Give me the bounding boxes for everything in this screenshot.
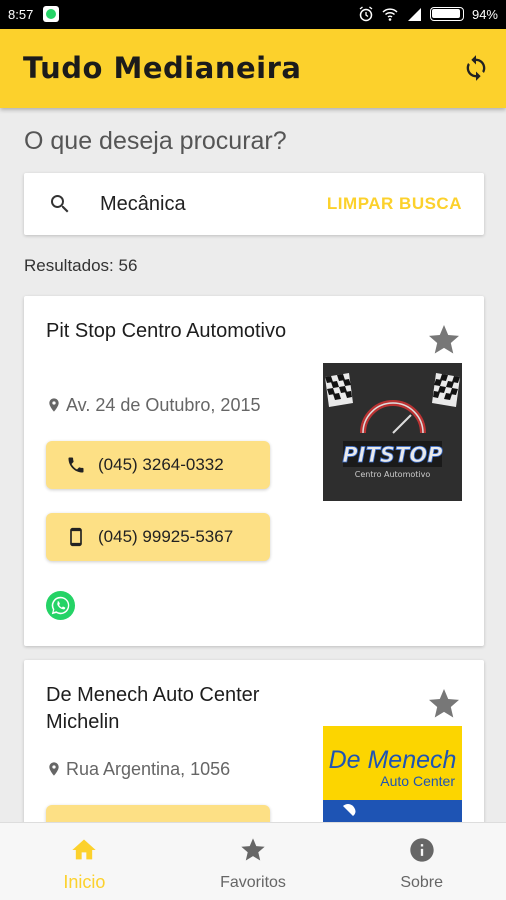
whatsapp-notification-icon [43,6,59,22]
address-text: Rua Argentina, 1056 [66,758,231,779]
status-bar: 8:57 94% [0,0,506,29]
business-name: De Menech Auto Center Michelin [46,684,260,733]
phone-number: (045) 3264-0332 [98,455,224,474]
phone-icon [68,457,84,473]
search-bar: LIMPAR BUSCA [24,173,484,235]
info-icon [410,838,434,862]
search-icon [51,195,69,213]
pitstop-logo-text: PITSTOP [342,443,443,467]
alarm-icon [359,6,373,22]
home-icon [72,839,96,860]
search-prompt: O que deseja procurar? [24,127,287,155]
pitstop-logo-subtext: Centro Automotivo [355,470,431,479]
result-card[interactable]: De Menech Auto Center Michelin Rua Argen… [24,660,484,830]
pitstop-logo-image: PITSTOP Centro Automotivo [323,363,462,501]
business-address: Av. 24 de Outubro, 2015 [46,394,260,416]
pitstop-logo-graphic: PITSTOP Centro Automotivo [323,363,462,501]
nav-item-home[interactable]: Inicio [0,823,169,900]
app-title: Tudo Medianeira [23,51,302,85]
business-address: Rua Argentina, 1056 [46,758,230,780]
nav-label-about: Sobre [400,874,444,891]
favorite-star-icon[interactable] [426,686,462,722]
mobile-number: (045) 99925-5367 [98,527,234,546]
status-icons: 94% [358,6,498,22]
smartphone-icon [70,527,82,547]
nav-item-about[interactable]: Sobre [337,823,506,900]
demenech-logo-graphic: De Menech Auto Center [323,726,462,826]
status-time: 8:57 [8,7,34,22]
address-text: Av. 24 de Outubro, 2015 [66,394,261,415]
demenech-logo-subtext: Auto Center [380,773,455,789]
whatsapp-icon[interactable] [45,590,76,621]
location-pin-icon [49,398,59,412]
favorite-star-icon[interactable] [426,322,462,358]
nav-item-favorites[interactable]: Favoritos [169,823,338,900]
wifi-icon [382,8,398,21]
call-phone-button[interactable]: (045) 3264-0332 [46,441,270,489]
result-card[interactable]: Pit Stop Centro Automotivo Av. 24 de Out… [24,296,484,646]
demenech-logo-text: De Menech [329,746,457,774]
search-input[interactable] [100,188,320,220]
demenech-logo-image: De Menech Auto Center [323,726,462,826]
refresh-icon[interactable] [462,53,490,83]
signal-icon [407,8,421,21]
battery-icon [429,7,464,21]
call-mobile-button[interactable]: (045) 99925-5367 [46,513,270,561]
results-count: Resultados: 56 [24,256,138,275]
location-pin-icon [49,762,59,776]
nav-label-favorites: Favoritos [220,874,286,891]
bottom-navigation: Inicio Favoritos Sobre [0,822,506,900]
business-name: Pit Stop Centro Automotivo [46,320,287,342]
clear-search-button[interactable]: LIMPAR BUSCA [327,194,462,214]
nav-label-home: Inicio [63,872,106,892]
star-icon [241,838,265,861]
app-bar: Tudo Medianeira [0,29,506,108]
battery-percent: 94% [471,6,498,22]
